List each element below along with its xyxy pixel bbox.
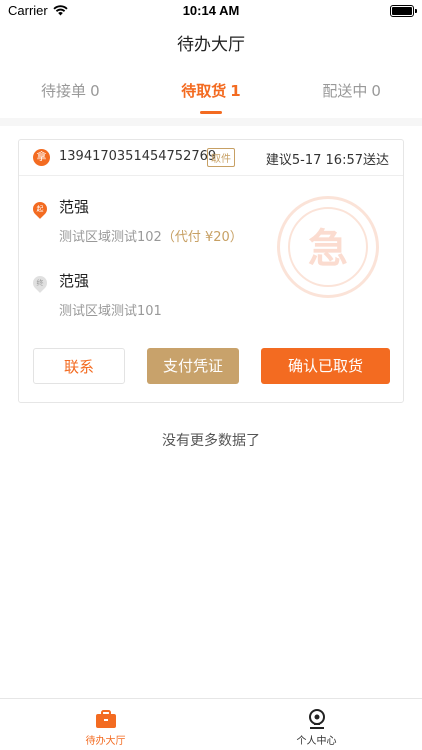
confirm-pickup-button[interactable]: 确认已取货: [261, 348, 390, 384]
active-tab-indicator: [200, 111, 222, 114]
bottom-tab-bar: 待办大厅 个人中心: [0, 698, 422, 750]
status-time: 10:14 AM: [182, 3, 240, 18]
tabbar-item-profile[interactable]: 个人中心: [211, 699, 422, 750]
order-number: 1394170351454752769: [59, 149, 217, 164]
tabbar-label: 待办大厅: [85, 736, 126, 747]
dropoff-contact-name: 范强: [59, 272, 90, 290]
start-pin-icon: 起: [30, 199, 50, 219]
order-card[interactable]: 拿 1394170351454752769 取件 建议5-17 16:57送达 …: [18, 139, 404, 403]
tab-pending-pickup[interactable]: 待取货 1: [141, 74, 282, 114]
tab-label: 待取货: [181, 82, 227, 100]
tab-delivering[interactable]: 配送中 0: [281, 74, 422, 114]
urgent-stamp-icon: 急: [277, 196, 379, 298]
tabbar-item-todo-hall[interactable]: 待办大厅: [0, 699, 211, 750]
pickup-tag: 取件: [207, 148, 235, 167]
tabbar-label: 个人中心: [296, 736, 337, 747]
briefcase-icon: [95, 709, 117, 729]
end-pin-icon: 终: [30, 273, 50, 293]
tab-label: 配送中: [322, 82, 368, 100]
dropoff-address: 测试区域测试101: [59, 304, 162, 319]
order-card-header: 拿 1394170351454752769 取件 建议5-17 16:57送达: [19, 140, 403, 176]
page-title: 待办大厅: [177, 35, 245, 55]
battery-icon: [390, 5, 417, 17]
order-status-tabs: 待接单 0 待取货 1 配送中 0: [0, 74, 422, 114]
list-end-message: 没有更多数据了: [162, 433, 260, 449]
section-divider: [0, 118, 422, 126]
pickup-address: 测试区域测试102（代付 ¥20）: [59, 230, 243, 245]
user-icon: [306, 709, 328, 729]
tab-pending-accept[interactable]: 待接单 0: [0, 74, 141, 114]
tab-label: 待接单: [41, 82, 87, 100]
tab-count: 0: [371, 82, 381, 100]
status-bar: Carrier 10:14 AM: [0, 0, 422, 22]
tab-count: 0: [90, 82, 100, 100]
payment-proof-button[interactable]: 支付凭证: [147, 348, 239, 384]
contact-button[interactable]: 联系: [33, 348, 125, 384]
tab-count: 1: [230, 82, 241, 100]
pickup-contact-name: 范强: [59, 198, 90, 216]
suggested-delivery-time: 建议5-17 16:57送达: [265, 153, 389, 168]
payment-amount: （代付 ¥20）: [161, 230, 243, 245]
grab-badge-icon: 拿: [33, 149, 50, 166]
